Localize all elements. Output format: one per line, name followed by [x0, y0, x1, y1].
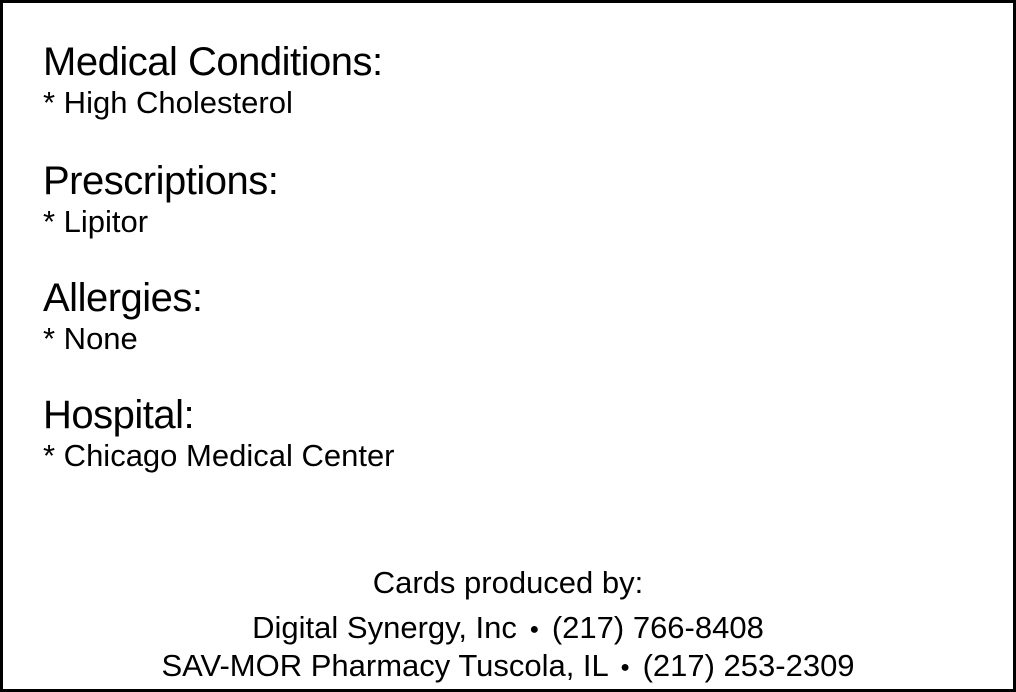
- hospital-heading: Hospital:: [43, 393, 195, 437]
- bullet-separator-icon: ●: [620, 658, 630, 676]
- footer-pharmacy-line: SAV-MOR Pharmacy Tuscola, IL ● (217) 253…: [0, 648, 1016, 686]
- medical-conditions-section: Medical Conditions: * High Cholesterol: [43, 39, 383, 121]
- pharmacy-name: SAV-MOR Pharmacy Tuscola, IL: [161, 648, 608, 683]
- medical-condition-item: * High Cholesterol: [43, 85, 293, 120]
- hospital-item: * Chicago Medical Center: [43, 438, 395, 473]
- prescriptions-heading: Prescriptions:: [43, 159, 279, 203]
- allergies-heading: Allergies:: [43, 276, 203, 320]
- allergies-section: Allergies: * None: [43, 275, 203, 357]
- prescription-item: * Lipitor: [43, 204, 149, 239]
- allergy-item: * None: [43, 321, 138, 356]
- footer-title: Cards produced by:: [372, 565, 644, 600]
- producer-phone: (217) 766-8408: [551, 610, 764, 645]
- prescriptions-section: Prescriptions: * Lipitor: [43, 158, 279, 240]
- pharmacy-phone: (217) 253-2309: [642, 648, 855, 683]
- producer-name: Digital Synergy, Inc: [252, 610, 517, 645]
- footer-producer-line: Digital Synergy, Inc ● (217) 766-8408: [0, 610, 1016, 648]
- bullet-separator-icon: ●: [529, 620, 540, 638]
- hospital-section: Hospital: * Chicago Medical Center: [43, 392, 395, 474]
- medical-conditions-heading: Medical Conditions:: [43, 40, 383, 84]
